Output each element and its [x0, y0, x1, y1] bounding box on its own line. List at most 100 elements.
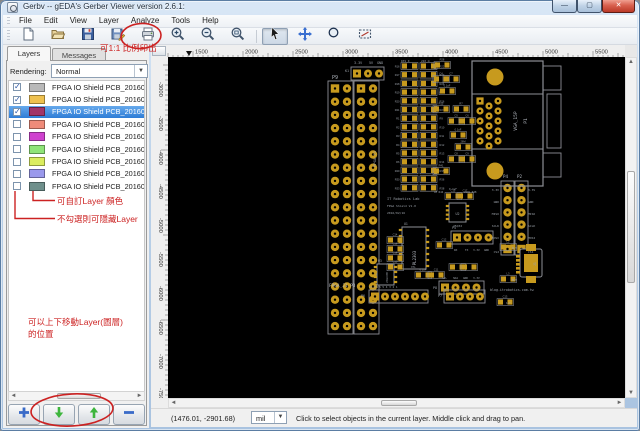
layer-visibility-checkbox[interactable]	[13, 82, 21, 92]
layer-row[interactable]: FPGA IO Shield PCB_20160225-	[9, 105, 144, 119]
chevron-down-icon: ▼	[274, 412, 286, 423]
svg-text:0.1uF: 0.1uF	[444, 83, 451, 87]
toolbar-separator	[256, 29, 257, 43]
scroll-up-icon[interactable]: ▲	[626, 58, 636, 66]
scroll-down-icon[interactable]: ▼	[626, 389, 636, 397]
layer-label: FPGA IO Shield PCB_20160225-	[52, 95, 145, 105]
layer-visibility-checkbox[interactable]	[13, 145, 21, 154]
svg-text:4000: 4000	[445, 50, 458, 56]
svg-text:R21: R21	[395, 108, 400, 112]
svg-text:-7500: -7500	[157, 388, 163, 398]
svg-text:-6000: -6000	[157, 286, 163, 301]
pcb-canvas[interactable]: R16R22R17R23R18R24R19R25R20R26R21R27R1R9…	[168, 57, 625, 398]
layer-row[interactable]: FPGA IO Shield PCB_20160225-	[9, 118, 144, 130]
scrollbar-thumb[interactable]	[627, 171, 635, 283]
pointer-button[interactable]	[262, 26, 288, 47]
pointer-icon	[267, 26, 283, 47]
layer-visibility-checkbox[interactable]	[13, 132, 21, 141]
move-layer-up-button[interactable]	[78, 404, 110, 425]
pan-icon	[297, 26, 313, 47]
svg-text:SCL: SCL	[442, 276, 447, 280]
scroll-left-icon[interactable]: ◄	[169, 399, 178, 407]
chevron-down-icon: ▼	[134, 65, 147, 77]
layer-visibility-checkbox[interactable]	[13, 169, 21, 178]
ruler-corner	[625, 45, 637, 57]
close-button[interactable]: ✕	[602, 0, 635, 13]
new-button[interactable]	[15, 27, 41, 45]
save-button[interactable]	[75, 27, 101, 45]
layer-color-swatch[interactable]	[29, 95, 45, 105]
move-layer-down-button[interactable]	[43, 404, 75, 425]
layer-row[interactable]: FPGA IO Shield PCB_20160225-	[9, 155, 144, 167]
remove-layer-button[interactable]	[113, 404, 145, 425]
layer-row[interactable]: FPGA IO Shield PCB_20160225-	[9, 81, 144, 93]
layer-row[interactable]: FPGA IO Shield PCB_20160225-	[9, 143, 144, 155]
toolbar-grip-icon[interactable]	[7, 30, 10, 42]
rendering-select[interactable]: Normal ▼	[51, 64, 148, 78]
layer-color-swatch[interactable]	[29, 144, 45, 154]
scroll-left-icon[interactable]: ◄	[9, 392, 18, 400]
layer-color-swatch[interactable]	[29, 107, 45, 117]
svg-text:2000: 2000	[245, 50, 258, 56]
layer-visibility-checkbox[interactable]	[13, 120, 21, 129]
layer-color-swatch[interactable]	[29, 119, 45, 129]
titlebar[interactable]: Gerbv -- gEDA's Gerber Viewer version 2.…	[0, 0, 640, 15]
svg-text:R18: R18	[395, 82, 400, 86]
maximize-button[interactable]: ▢	[577, 0, 602, 13]
scrollbar-thumb[interactable]	[381, 400, 417, 406]
zoom-out-button[interactable]	[195, 27, 221, 45]
units-select[interactable]: mil ▼	[251, 411, 287, 424]
canvas-vertical-scrollbar[interactable]: ▲ ▼	[625, 57, 637, 398]
svg-text:P7: P7	[438, 294, 442, 298]
zoom-fit-button[interactable]	[225, 27, 251, 45]
layer-color-swatch[interactable]	[29, 82, 45, 92]
sidebar-horizontal-scrollbar[interactable]: ◄ ►	[8, 391, 145, 401]
scroll-right-icon[interactable]: ►	[135, 392, 144, 400]
scrollbar-thumb[interactable]	[57, 393, 101, 399]
layer-visibility-checkbox[interactable]	[13, 95, 21, 104]
svg-text:5000: 5000	[545, 50, 558, 56]
svg-text:R22: R22	[440, 65, 445, 69]
scroll-right-icon[interactable]: ►	[615, 399, 624, 407]
minimize-button[interactable]: —	[552, 0, 577, 13]
svg-text:-3000: -3000	[157, 82, 163, 97]
menubar: File Edit View Layer Analyze Tools Help	[3, 15, 637, 28]
svg-text:-5500: -5500	[157, 252, 163, 267]
layer-visibility-checkbox[interactable]	[13, 182, 21, 191]
measure-button[interactable]	[352, 28, 378, 45]
layer-row[interactable]: FPGA IO Shield PCB_20160225-	[9, 93, 144, 105]
canvas-horizontal-scrollbar[interactable]: ◄ ►	[168, 398, 625, 408]
layer-visibility-checkbox[interactable]	[13, 157, 21, 166]
svg-text:MISO: MISO	[528, 212, 535, 216]
layer-row[interactable]: FPGA IO Shield PCB_20160225-	[9, 180, 144, 192]
add-layer-button[interactable]	[8, 404, 40, 425]
annotation-move-note: 可以上下移動Layer(圖層)的位置	[28, 317, 123, 339]
menubar-grip-icon[interactable]	[7, 17, 10, 25]
svg-text:FPGA_J1 P3: FPGA_J1 P3	[329, 283, 356, 289]
layer-color-swatch[interactable]	[29, 169, 45, 179]
toolbar	[3, 26, 637, 47]
layer-visibility-checkbox[interactable]	[13, 107, 21, 116]
layer-row[interactable]: FPGA IO Shield PCB_20160225-	[9, 131, 144, 143]
layer-color-swatch[interactable]	[29, 157, 45, 167]
status-hint: Click to select objects in the current l…	[296, 414, 526, 423]
svg-text:R20: R20	[395, 99, 400, 103]
layer-label: FPGA IO Shield PCB_20160225-	[52, 157, 145, 167]
svg-text:3.3V: 3.3V	[354, 61, 362, 65]
svg-text:-3500: -3500	[157, 116, 163, 131]
zoom-in-icon	[170, 26, 186, 47]
svg-text:P2: P2	[517, 174, 523, 179]
svg-text:1M R44: 1M R44	[434, 190, 444, 194]
svg-text:4500: 4500	[495, 50, 508, 56]
layer-color-swatch[interactable]	[29, 181, 45, 191]
zoom-in-button[interactable]	[165, 26, 191, 47]
zoom-region-button[interactable]	[322, 27, 348, 45]
pan-button[interactable]	[292, 26, 318, 47]
svg-text:C6: C6	[465, 113, 469, 117]
layer-color-swatch[interactable]	[29, 132, 45, 142]
svg-text:-4500: -4500	[157, 184, 163, 199]
layer-row[interactable]: FPGA IO Shield PCB_20160225.n	[9, 168, 144, 180]
open-button[interactable]	[45, 28, 71, 45]
tab-layers[interactable]: Layers	[7, 46, 51, 61]
svg-text:C13: C13	[503, 294, 508, 298]
